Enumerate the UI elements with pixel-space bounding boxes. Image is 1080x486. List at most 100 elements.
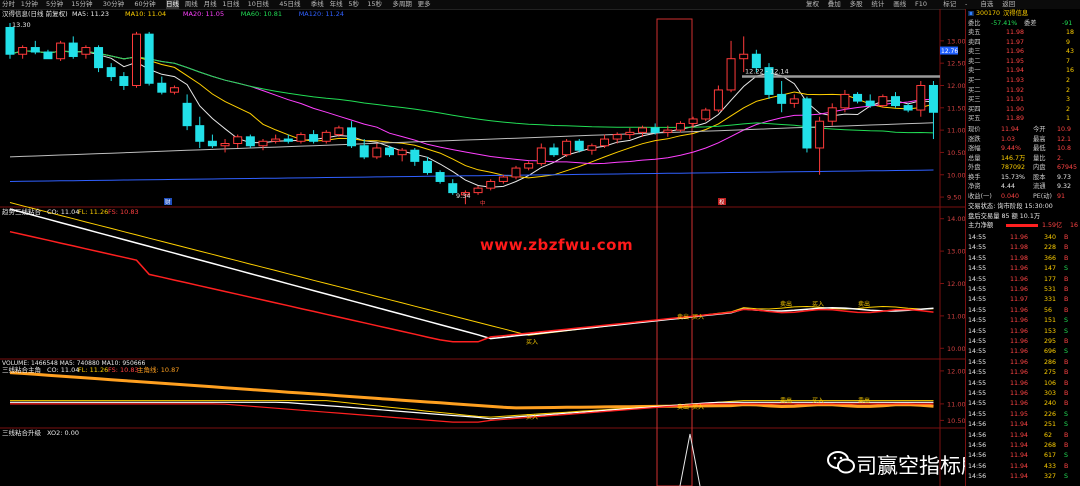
candle-body (309, 134, 319, 142)
candle (777, 81, 787, 113)
candle (169, 85, 179, 95)
high-price-label: 13.30 (12, 21, 31, 29)
ma120-line (9, 169, 934, 182)
toolbar-button-3[interactable]: 统计 (871, 0, 884, 9)
candle-body (625, 131, 635, 136)
period-tab-14[interactable]: 5秒 (348, 0, 359, 9)
candle (473, 185, 483, 195)
candle-body (802, 98, 812, 149)
candle-body (81, 47, 91, 55)
candle-body (422, 160, 432, 174)
ask-row: 卖二 11.95 7 (968, 57, 1071, 65)
y-tick-label: 12.00 (947, 280, 965, 288)
candle (233, 134, 243, 148)
candle (891, 92, 900, 108)
candle (713, 85, 723, 113)
candle-body (853, 93, 863, 102)
period-tab-9[interactable]: 1日线 (222, 0, 239, 9)
brand-text: 司赢空指标所 (856, 454, 982, 478)
stat-row: 涨跌 1.03 最高 12.1 (968, 135, 1072, 143)
candle-body (132, 33, 141, 86)
toolbar-button-2[interactable]: 多股 (850, 0, 863, 9)
ind2-sell: 卖出 (858, 396, 870, 404)
ind2-fl: FL: 11.26 (78, 366, 108, 374)
fl-line (9, 202, 934, 336)
candle-body (713, 89, 723, 111)
period-tab-1[interactable]: 1分钟 (21, 0, 38, 9)
period-tab-15[interactable]: 15秒 (367, 0, 382, 9)
toolbar-button-0[interactable]: 复权 (806, 0, 819, 9)
candle-body (30, 47, 40, 53)
y-tick-label: 10.50 (947, 417, 965, 425)
period-tab-4[interactable]: 30分钟 (103, 0, 124, 9)
period-tab-11[interactable]: 45日线 (279, 0, 300, 9)
candle-body (372, 147, 382, 158)
y-tick-label: 10.50 (947, 149, 965, 157)
tick-row: 14:55 11.96 696 S (968, 348, 1068, 356)
candle (106, 63, 116, 82)
stat-row: 涨幅 9.44% 最低 10.8 (968, 145, 1072, 152)
ind2-buy: 买入 (812, 396, 824, 404)
period-tab-17[interactable]: 更多 (418, 0, 431, 9)
candle-body (562, 140, 572, 156)
period-tab-10[interactable]: 10日线 (248, 0, 269, 9)
tick-row: 14:55 11.95 226 S (968, 410, 1068, 418)
candle (827, 103, 837, 126)
y-tick-label: 13.00 (947, 37, 965, 45)
candle-body (220, 143, 230, 147)
period-tab-2[interactable]: 5分钟 (46, 0, 63, 9)
period-tab-3[interactable]: 15分钟 (71, 0, 92, 9)
candle-body (789, 98, 799, 104)
candle-body (891, 96, 900, 107)
left-marker: 财 (165, 198, 171, 206)
tick-row: 14:56 11.94 251 S (968, 421, 1068, 429)
candle (30, 40, 40, 55)
toolbar-button-7[interactable]: - (965, 0, 967, 9)
candle (600, 134, 610, 148)
toolbar-button-4[interactable]: 画线 (893, 0, 906, 9)
candle-body (119, 76, 129, 86)
candle (903, 103, 913, 113)
ask-row: 卖四 11.97 9 (968, 38, 1071, 46)
period-tab-13[interactable]: 年线 (330, 0, 343, 9)
candle-body (347, 127, 357, 147)
candle-body (94, 47, 104, 69)
period-tab-0[interactable]: 分时 (2, 0, 15, 9)
period-tab-16[interactable]: 多周期 (392, 0, 412, 9)
price-badge: 12.76 (941, 48, 958, 55)
stat-row: 总量 146.7万 量比 2. (968, 154, 1064, 162)
y-tick-label: 10.00 (947, 171, 965, 179)
candle-body (385, 147, 394, 156)
toolbar-button-8[interactable]: 自选 (980, 0, 993, 9)
candle (574, 139, 584, 153)
ind1-fs: FS: 10.83 (108, 208, 139, 216)
candle-body (233, 136, 243, 145)
tick-row: 14:55 11.96 340 B (968, 234, 1069, 241)
ind2-buy: 买入 (526, 413, 538, 421)
candle-body (498, 176, 508, 182)
period-tab-6[interactable]: 日线 (166, 0, 179, 9)
candle (701, 107, 711, 122)
period-tab-5[interactable]: 60分钟 (134, 0, 155, 9)
bid-row: 买五 11.89 1 (968, 115, 1071, 122)
mid-marker: 中 (480, 199, 486, 207)
y-tick-label: 14.00 (947, 215, 965, 223)
candle (435, 170, 445, 184)
y-tick-label: 9.50 (947, 194, 961, 202)
bid-row: 买四 11.90 2 (968, 105, 1071, 113)
candle-body (827, 107, 837, 122)
candle-body (739, 53, 749, 60)
period-tab-8[interactable]: 月线 (204, 0, 217, 9)
candle (182, 94, 192, 131)
period-tab-7[interactable]: 周线 (185, 0, 198, 9)
toolbar-button-9[interactable]: 返回 (1002, 0, 1015, 9)
toolbar-button-1[interactable]: 叠加 (828, 0, 841, 9)
toolbar-button-6[interactable]: 标记 (943, 0, 956, 9)
toolbar-button-5[interactable]: F10 (915, 0, 927, 9)
tick-row: 14:56 11.94 62 B (968, 431, 1069, 439)
candle (625, 127, 635, 140)
candle-body (638, 127, 647, 133)
period-tab-12[interactable]: 季线 (311, 0, 324, 9)
right-marker: 权 (719, 198, 725, 206)
candle (815, 116, 825, 175)
